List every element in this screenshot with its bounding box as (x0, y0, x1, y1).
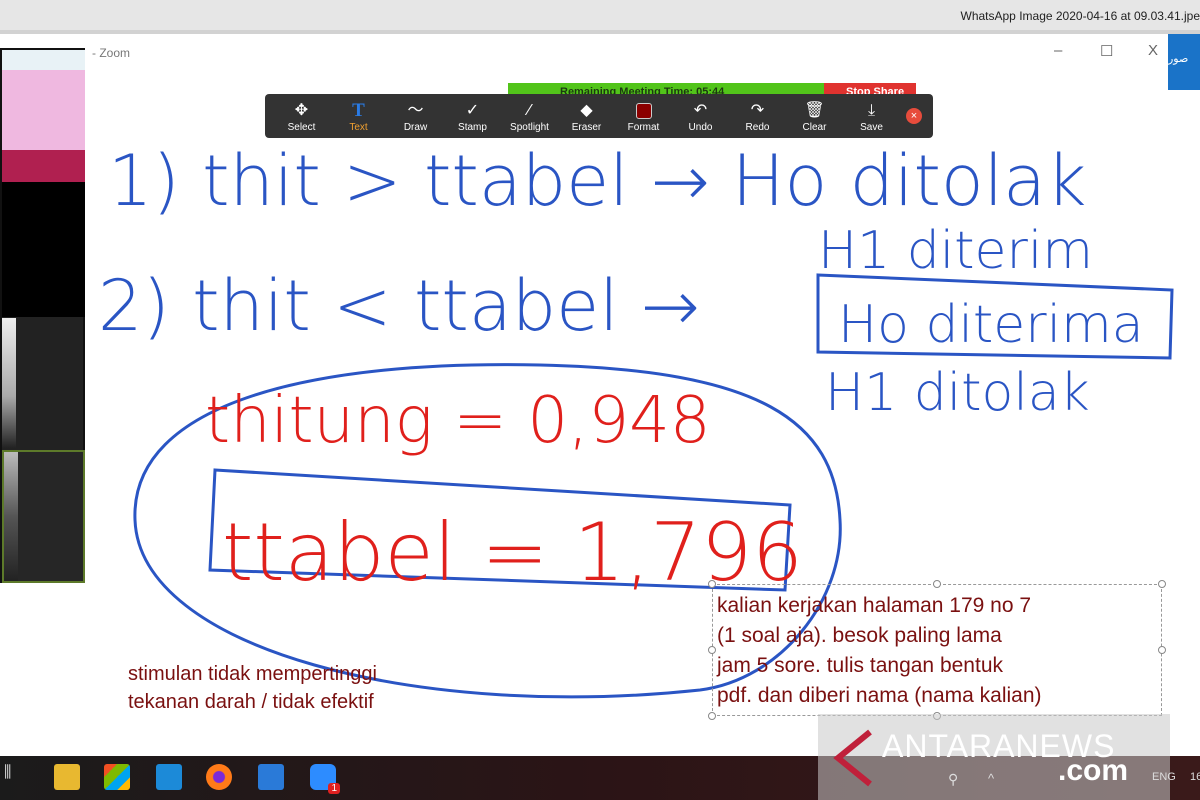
tool-label: Stamp (458, 121, 487, 133)
tool-label: Spotlight (510, 121, 549, 133)
tool-label: Text (349, 121, 368, 133)
tool-format[interactable]: Format (615, 100, 672, 133)
textbox-line: (1 soal aja). besok paling lama (717, 624, 1002, 647)
tool-label: Save (860, 121, 883, 133)
task-view-icon[interactable]: ⫼ (4, 764, 30, 790)
tool-label: Eraser (571, 121, 602, 133)
participant-video[interactable] (2, 50, 85, 182)
tool-stamp[interactable]: ✓ Stamp (444, 100, 501, 133)
trash-icon: 🗑 (804, 101, 825, 119)
close-toolbar-icon[interactable]: × (906, 108, 922, 124)
textbox-line: pdf. dan diberi nama (nama kalian) (717, 684, 1042, 707)
handwritten-line2c: H1 ditolak (825, 363, 1090, 423)
textbox-line: jam 5 sore. tulis tangan bentuk (717, 654, 1004, 677)
tool-label: Undo (688, 121, 713, 133)
note-line: stimulan tidak mempertinggi (128, 663, 377, 685)
tool-text[interactable]: T Text (330, 100, 387, 133)
resize-handle[interactable] (708, 712, 716, 720)
text-icon: T (352, 99, 365, 121)
eraser-icon: ◆ (580, 101, 593, 119)
file-explorer-icon[interactable] (54, 764, 80, 790)
tool-eraser[interactable]: ◆ Eraser (558, 100, 615, 133)
tool-spotlight[interactable]: ⁄ Spotlight (501, 100, 558, 133)
checkmark-icon: ✓ (465, 101, 480, 119)
handwritten-line2b: Ho diterima (838, 295, 1144, 355)
download-icon: ⤓ (867, 101, 876, 119)
resize-handle[interactable] (708, 646, 716, 654)
store-icon[interactable] (104, 764, 130, 790)
watermark-suffix: .com (1058, 754, 1129, 787)
tool-label: Select (287, 121, 316, 133)
antaranews-watermark: ANTARANEWS .com (818, 714, 1170, 800)
firefox-icon[interactable] (206, 764, 232, 790)
color-swatch-icon (635, 102, 652, 119)
textbox-line: kalian kerjakan halaman 179 no 7 (717, 594, 1032, 617)
resize-handle[interactable] (708, 580, 716, 588)
undo-icon: ↶ (693, 101, 708, 119)
notification-badge: 1 (328, 783, 340, 794)
tool-clear[interactable]: 🗑 Clear (786, 100, 843, 133)
handwritten-line1: 1) thit > ttabel → Ho ditolak (108, 140, 1087, 222)
tool-label: Clear (802, 121, 827, 133)
wand-icon: ⁄ (528, 101, 531, 119)
chevron-up-icon[interactable]: ^ (988, 771, 994, 786)
note-line: tekanan darah / tidak efektif (128, 691, 374, 713)
move-icon: ✥ (294, 101, 309, 119)
photos-icon[interactable] (258, 764, 284, 790)
tool-redo[interactable]: ↷ Redo (729, 100, 786, 133)
resize-handle[interactable] (933, 580, 941, 588)
mail-icon[interactable] (156, 764, 182, 790)
participant-video[interactable] (2, 318, 16, 448)
zoom-app-icon[interactable]: 1 (310, 764, 340, 794)
language-indicator[interactable]: ENG (1152, 771, 1176, 783)
people-icon[interactable]: ⚲ (948, 771, 958, 788)
handwritten-line2a: 2) thit < ttabel → (98, 265, 700, 347)
resize-handle[interactable] (1158, 646, 1166, 654)
resize-handle[interactable] (1158, 580, 1166, 588)
tool-select[interactable]: ✥ Select (273, 100, 330, 133)
tool-undo[interactable]: ↶ Undo (672, 100, 729, 133)
annotation-note: stimulan tidak mempertinggi tekanan dara… (128, 660, 377, 716)
handwritten-thitung: thitung = 0,948 (205, 384, 711, 458)
tool-draw[interactable]: 〜 Draw (387, 100, 444, 133)
squiggle-icon: 〜 (407, 101, 424, 119)
participant-video-active[interactable] (2, 450, 85, 583)
video-gallery (0, 48, 85, 583)
handwritten-line1b: H1 diterim (818, 221, 1093, 281)
antara-logo-icon (833, 729, 872, 787)
tool-save[interactable]: ⤓ Save (843, 100, 900, 133)
text-annotation-box[interactable]: kalian kerjakan halaman 179 no 7 (1 soal… (712, 584, 1162, 716)
tool-label: Redo (745, 121, 770, 133)
tool-label: Format (627, 121, 660, 133)
clock[interactable]: 16 (1190, 771, 1200, 783)
tool-label: Draw (403, 121, 428, 133)
annotation-toolbar: ✥ Select T Text 〜 Draw ✓ Stamp ⁄ Spotlight ◆ E… (265, 94, 933, 138)
redo-icon: ↷ (750, 101, 765, 119)
participant-video[interactable] (2, 182, 85, 317)
